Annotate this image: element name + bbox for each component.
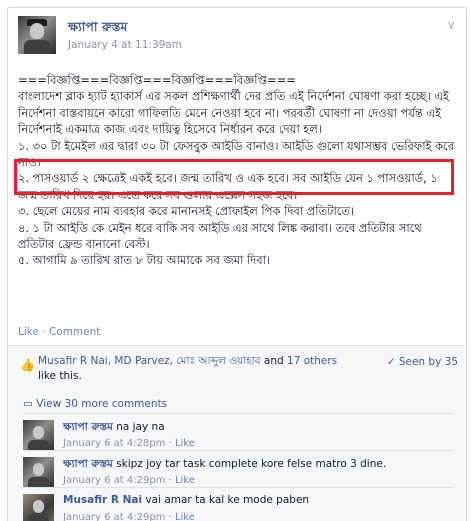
commenter-avatar[interactable]	[23, 457, 54, 488]
commenter-name[interactable]: ক্ষ্যাপা রুস্তম	[63, 421, 113, 433]
comment-like-link[interactable]: Like	[175, 475, 195, 486]
comment-item: ক্ষ্যাপা রুস্তম skipz joy tar task compl…	[23, 450, 453, 490]
view-more-comments-link[interactable]: ▭ View 30 more comments	[23, 398, 167, 410]
commenter-avatar[interactable]	[23, 494, 54, 521]
facebook-post-card: ক্ষ্যাপা রুস্তম January 4 at 11:39am ∨ =…	[7, 7, 467, 521]
chevron-down-icon[interactable]: ∨	[446, 18, 456, 33]
author-avatar[interactable]	[18, 16, 56, 54]
comments-section: ▭ View 30 more comments ক্ষ্যাপা রুস্তম …	[8, 386, 466, 521]
comment-item: ক্ষ্যাপা রুস্তম na jay na January 6 at 4…	[23, 413, 453, 453]
avatar-body	[24, 40, 50, 54]
commenter-name[interactable]: ক্ষ্যাপা রুস্তম	[63, 458, 113, 470]
action-separator: ·	[38, 326, 49, 338]
likers-names[interactable]: Musafir R Nai, MD Parvez, মোঃ আব্দুল ওয়…	[38, 355, 261, 367]
likes-bar: 👍 Musafir R Nai, MD Parvez, মোঃ আব্দুল ও…	[8, 345, 466, 387]
intro-paragraph: বাংলাদেশ ব্লাক হ্যাট হ্যাকার্স এর সকল প্…	[18, 89, 449, 137]
avatar-face	[33, 426, 44, 439]
like-link[interactable]: Like	[18, 326, 39, 338]
likes-and: and	[260, 355, 288, 367]
comment-line: Musafir R Nai vai amar ta kal ke mode pa…	[63, 494, 309, 506]
comment-text: skipz joy tar task complete kore felse m…	[112, 458, 387, 470]
thumbs-up-icon: 👍	[20, 358, 35, 372]
instruction-3: ৩. ছেলে মেয়ের নাম ব্যবহার করে মানানসই প…	[18, 204, 355, 219]
likes-others-link[interactable]: 17 others	[287, 355, 337, 367]
seen-by-count[interactable]: ✓ Seen by 35	[387, 356, 458, 368]
comment-item: Musafir R Nai vai amar ta kal ke mode pa…	[23, 487, 453, 521]
comment-time[interactable]: January 6 at 4:29pm	[63, 475, 165, 486]
comment-text: na jay na	[112, 421, 165, 433]
instruction-4: ৪. ১ টা আইডি কে মেইন ধরে বাকি সব আইডি এর…	[18, 220, 422, 252]
commenter-avatar[interactable]	[23, 420, 54, 451]
comment-time[interactable]: January 6 at 4:28pm	[63, 438, 165, 449]
post-author-name[interactable]: ক্ষ্যাপা রুস্তম	[68, 19, 127, 39]
comment-line: ক্ষ্যাপা রুস্তম skipz joy tar task compl…	[63, 457, 386, 474]
avatar-face	[33, 500, 44, 513]
post-actions: Like · Comment	[18, 326, 100, 338]
comment-like-link[interactable]: Like	[175, 438, 195, 449]
comment-meta: January 6 at 4:28pm · Like	[63, 438, 195, 449]
post-body: ===বিজ্ঞপ্তি===বিজ্ঞপ্তি===বিজ্ঞপ্তি===ব…	[14, 72, 458, 269]
comment-link[interactable]: Comment	[49, 326, 100, 338]
notice-banner-line: ===বিজ্ঞপ্তি===বিজ্ঞপ্তি===বিজ্ঞপ্তি===ব…	[18, 73, 296, 87]
instruction-5: ৫. আগামি ৯ তারিখ রাত ৮ টায় আমাকে সব জমা…	[18, 253, 271, 268]
comment-text: vai amar ta kal ke mode paben	[142, 494, 310, 506]
likes-summary: Musafir R Nai, MD Parvez, মোঃ আব্দুল ওয়…	[38, 354, 348, 384]
comment-separator: ·	[165, 438, 175, 449]
likes-suffix: like this.	[38, 370, 82, 382]
avatar-face	[33, 463, 44, 476]
post-timestamp[interactable]: January 4 at 11:39am	[68, 39, 182, 51]
commenter-name[interactable]: Musafir R Nai	[63, 494, 142, 506]
comment-separator: ·	[165, 475, 175, 486]
instruction-1: ১. ৩০ টা ইমেইল এর দ্বারা ৩০ টা ফেসবুক আই…	[18, 138, 454, 170]
comment-meta: January 6 at 4:29pm · Like	[63, 475, 195, 486]
instruction-2: ২. পাসওয়ার্ড ২ ক্ষেত্রেই একই হবে। জন্ম …	[18, 171, 438, 202]
comment-line: ক্ষ্যাপা রুস্তম na jay na	[63, 420, 165, 437]
post-header: ক্ষ্যাপা রুস্তম January 4 at 11:39am ∨	[18, 16, 458, 56]
avatar-face	[30, 23, 44, 39]
